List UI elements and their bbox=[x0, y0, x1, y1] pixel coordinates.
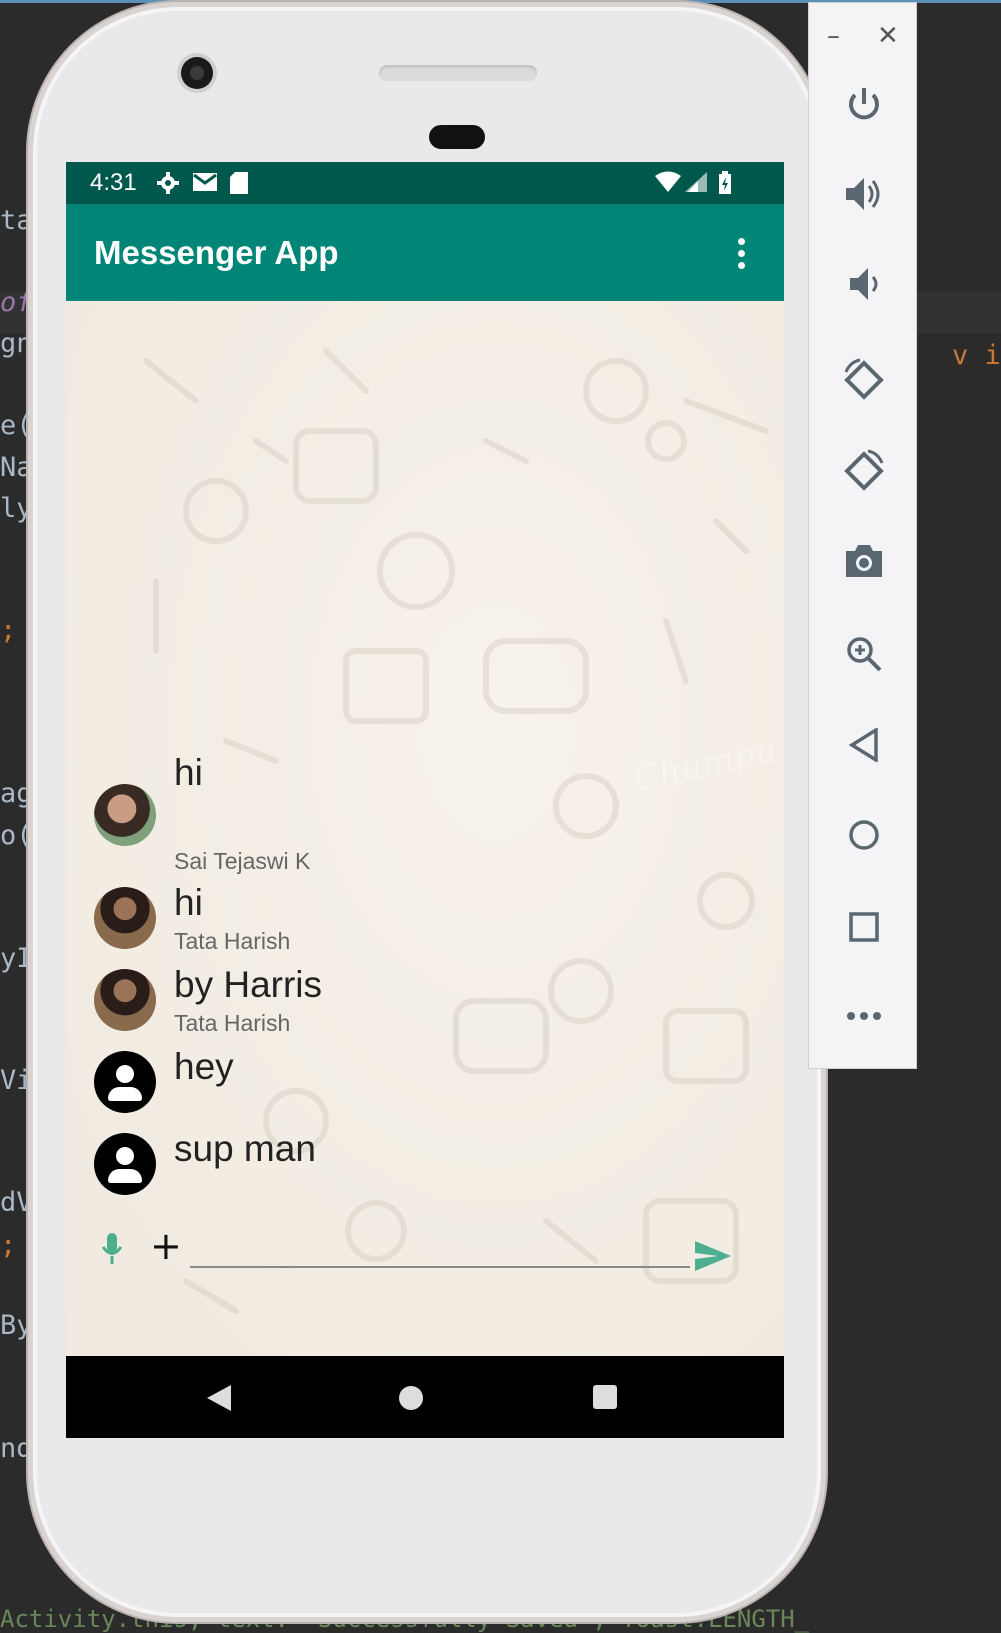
ide-code-fragment-right: v is) bbox=[952, 340, 1001, 371]
status-time: 4:31 bbox=[90, 169, 137, 196]
power-icon[interactable] bbox=[809, 85, 918, 123]
recents-icon[interactable] bbox=[593, 1385, 617, 1409]
emulator-toolbar: – ✕ bbox=[808, 2, 917, 1069]
app-bar: Messenger App bbox=[66, 204, 784, 301]
overview-icon[interactable] bbox=[809, 911, 918, 943]
proximity-sensor bbox=[429, 125, 485, 149]
close-button[interactable]: ✕ bbox=[877, 21, 899, 51]
wifi-icon bbox=[655, 171, 681, 192]
rotate-right-icon[interactable] bbox=[809, 449, 918, 493]
message-text: hi bbox=[174, 752, 203, 793]
home-icon[interactable] bbox=[399, 1386, 423, 1410]
chat-background: Chumpu bbox=[66, 301, 784, 1356]
back-icon[interactable] bbox=[809, 728, 918, 762]
default-avatar-icon[interactable] bbox=[94, 1133, 156, 1195]
gear-icon bbox=[157, 172, 179, 194]
avatar[interactable] bbox=[94, 969, 156, 1031]
message-text: hey bbox=[174, 1046, 234, 1087]
zoom-icon[interactable] bbox=[809, 635, 918, 673]
mic-icon[interactable] bbox=[102, 1232, 122, 1266]
attach-button[interactable]: + bbox=[150, 1224, 182, 1268]
avatar[interactable] bbox=[94, 784, 156, 846]
default-avatar-icon[interactable] bbox=[94, 1051, 156, 1113]
message-composer: + bbox=[66, 1222, 784, 1282]
camera-icon[interactable] bbox=[809, 543, 918, 579]
message-input[interactable] bbox=[190, 1230, 690, 1268]
front-camera bbox=[181, 57, 213, 89]
send-icon[interactable] bbox=[694, 1240, 732, 1272]
message-text: sup man bbox=[174, 1128, 316, 1169]
more-icon[interactable] bbox=[809, 1011, 918, 1021]
message-text: hi bbox=[174, 882, 203, 923]
minimize-button[interactable]: – bbox=[827, 21, 840, 51]
battery-icon bbox=[719, 171, 731, 194]
message-sender: Sai Tejaswi K bbox=[174, 848, 311, 874]
ide-code-fragment: ; bbox=[0, 1230, 17, 1261]
overflow-menu-icon[interactable] bbox=[738, 238, 748, 272]
phone-screen: 4:31 Messenger App Chumpu hi Sai Tejaswi… bbox=[66, 162, 784, 1438]
gmail-icon bbox=[193, 173, 217, 191]
app-title: Messenger App bbox=[94, 234, 339, 271]
earpiece-speaker bbox=[379, 65, 537, 81]
avatar[interactable] bbox=[94, 887, 156, 949]
doodle-pattern: Chumpu bbox=[143, 348, 776, 1314]
status-bar: 4:31 bbox=[66, 162, 784, 204]
back-icon[interactable] bbox=[206, 1384, 232, 1412]
sd-card-icon bbox=[230, 172, 248, 194]
message-text: by Harris bbox=[174, 964, 323, 1005]
svg-text:Chumpu: Chumpu bbox=[630, 730, 776, 799]
ide-code-fragment: ; bbox=[0, 615, 17, 646]
home-icon[interactable] bbox=[809, 819, 918, 851]
message-sender: Tata Harish bbox=[174, 928, 291, 954]
message-sender: Tata Harish bbox=[174, 1010, 291, 1036]
rotate-left-icon[interactable] bbox=[809, 358, 918, 402]
volume-down-icon[interactable] bbox=[809, 267, 918, 301]
volume-up-icon[interactable] bbox=[809, 175, 918, 213]
signal-icon bbox=[685, 172, 707, 192]
navigation-bar bbox=[66, 1356, 784, 1438]
